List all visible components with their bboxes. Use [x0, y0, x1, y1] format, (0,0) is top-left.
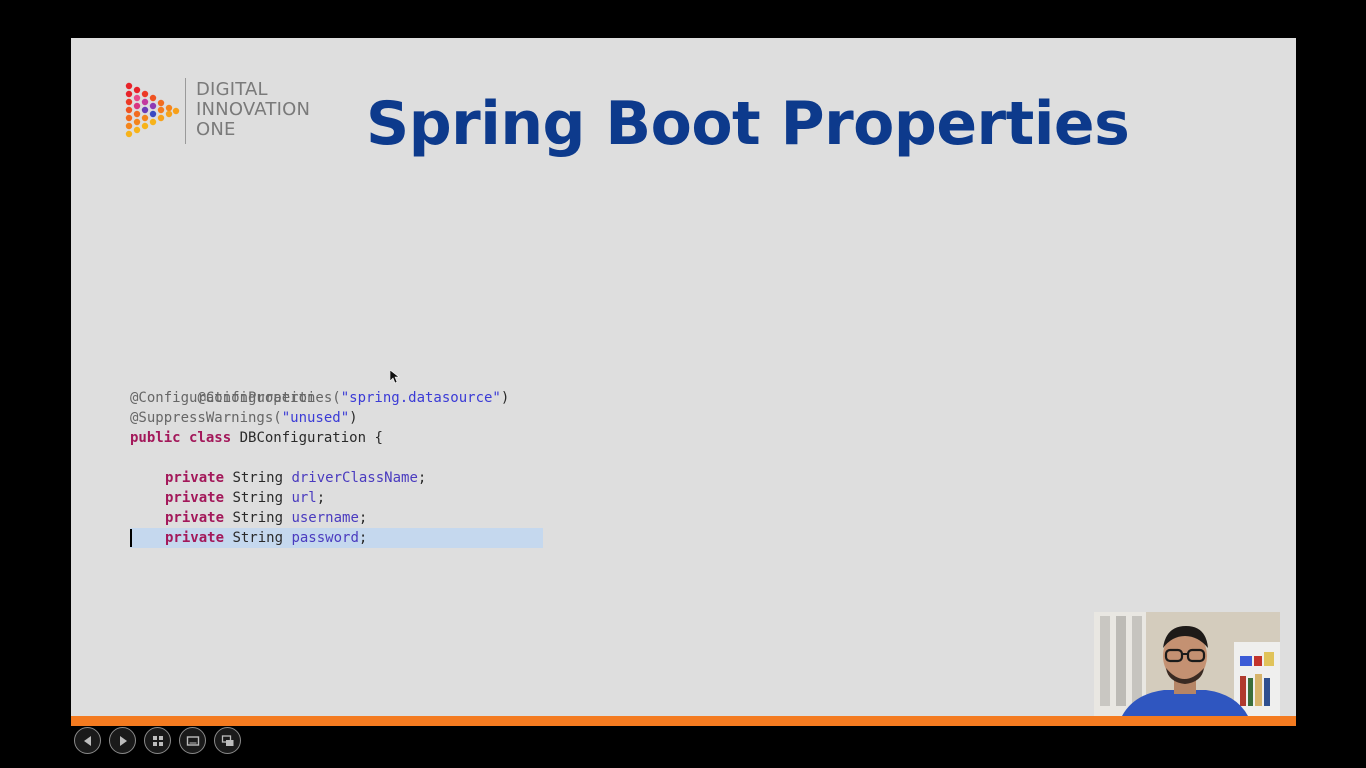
string-literal: "spring.datasource" — [340, 390, 501, 406]
keyword: public class — [130, 430, 232, 446]
presenter-view-icon — [221, 734, 233, 746]
type-name: String — [224, 530, 292, 546]
logo-line-3: ONE — [196, 119, 236, 140]
logo-line-1: DIGITAL — [196, 79, 268, 100]
string-literal: "unused" — [281, 410, 350, 426]
logo-divider — [185, 78, 186, 144]
class-declaration: DBConfiguration { — [231, 430, 383, 446]
code-punctuation: ) — [349, 410, 358, 426]
presentation-viewer: DIGITAL INNOVATION ONE Spring Boot Prope… — [0, 0, 1366, 768]
code-punctuation: ; — [358, 510, 368, 526]
code-line: @SuppressWarnings("unused") — [130, 408, 550, 428]
code-snippet: @Configuration @ConfigurationProperties(… — [130, 368, 550, 548]
mouse-pointer-icon — [390, 370, 400, 384]
keyword: private — [165, 470, 225, 486]
slide-sorter-button[interactable] — [144, 727, 171, 754]
keyword: private — [165, 490, 225, 506]
field-name: username — [291, 510, 359, 526]
annotation: @SuppressWarnings( — [130, 410, 282, 426]
keyword: private — [165, 510, 225, 526]
digital-innovation-one-logo: DIGITAL INNOVATION ONE — [123, 78, 333, 148]
type-name: String — [224, 490, 292, 506]
code-punctuation: ) — [500, 390, 510, 406]
reading-view-icon — [186, 735, 199, 746]
reading-view-button[interactable] — [179, 727, 206, 754]
presenter-video-frame — [1094, 612, 1280, 716]
annotation: @ConfigurationProperties( — [130, 390, 341, 406]
presenter-view-button[interactable] — [214, 727, 241, 754]
code-punctuation: ; — [417, 470, 427, 486]
code-line: private String username; — [130, 508, 550, 528]
previous-slide-button[interactable] — [74, 727, 101, 754]
next-slide-button[interactable] — [109, 727, 136, 754]
code-line: private String url; — [130, 488, 550, 508]
logo-play-mark-icon — [125, 82, 180, 138]
text-caret — [130, 529, 132, 547]
slide-footer-accent-bar — [71, 716, 1296, 726]
logo-text: DIGITAL INNOVATION ONE — [196, 80, 310, 140]
next-slide-icon — [119, 735, 127, 746]
code-line: @ConfigurationProperties("spring.datasou… — [130, 388, 550, 408]
code-line: @Configuration — [130, 368, 550, 406]
code-line-highlighted: private String password; — [130, 528, 543, 548]
logo-line-2: INNOVATION — [196, 99, 311, 120]
slideshow-controls — [74, 727, 241, 757]
keyword: private — [165, 530, 225, 546]
field-name: password — [291, 530, 359, 546]
code-punctuation: ; — [358, 530, 368, 546]
code-line: public class DBConfiguration { — [130, 428, 550, 448]
code-line: private String driverClassName; — [130, 468, 550, 488]
type-name: String — [224, 470, 292, 486]
slide-title: Spring Boot Properties — [366, 89, 1130, 159]
previous-slide-icon — [83, 735, 91, 746]
presenter-webcam-video — [1094, 612, 1280, 716]
code-punctuation: ; — [316, 490, 326, 506]
field-name: driverClassName — [291, 470, 418, 486]
field-name: url — [291, 490, 317, 506]
slide-sorter-icon — [152, 735, 163, 746]
type-name: String — [224, 510, 292, 526]
